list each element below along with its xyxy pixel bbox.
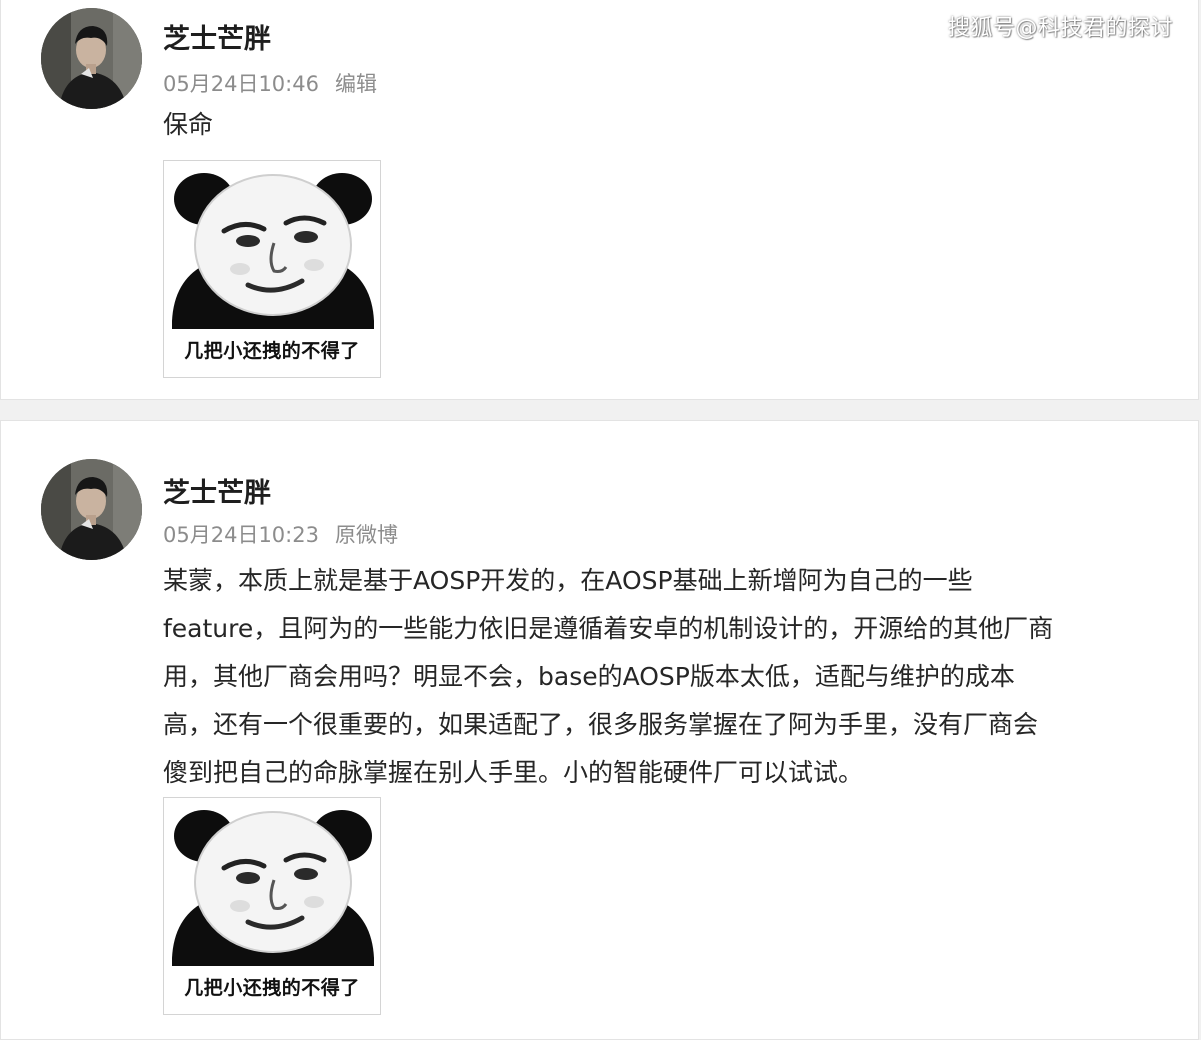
sticker-image[interactable]: 几把小还拽的不得了 [163, 160, 381, 378]
sticker-image[interactable]: 几把小还拽的不得了 [163, 797, 381, 1015]
avatar[interactable] [41, 8, 142, 109]
content-line: 用，其他厂商会用吗？明显不会，base的AOSP版本太低，适配与维护的成本 [163, 662, 1015, 691]
post-meta: 05月24日10:46 编辑 [163, 68, 377, 98]
sticker-caption: 几把小还拽的不得了 [184, 977, 360, 999]
content-line: feature，且阿为的一些能力依旧是遵循着安卓的机制设计的，开源给的其他厂商 [163, 614, 1054, 643]
content-line: 某蒙，本质上就是基于AOSP开发的，在AOSP基础上新增阿为自己的一些 [163, 566, 973, 595]
post-time: 05月24日10:23 [163, 523, 319, 547]
username[interactable]: 芝士芒胖 [163, 17, 271, 56]
content-line: 傻到把自己的命脉掌握在别人手里。小的智能硬件厂可以试试。 [163, 758, 864, 787]
watermark: 搜狐号@科技君的探讨 [947, 16, 1173, 41]
content-line: 高，还有一个很重要的，如果适配了，很多服务掌握在了阿为手里，没有厂商会 [163, 710, 1039, 739]
avatar-photo-icon [41, 459, 142, 560]
edit-link[interactable]: 编辑 [335, 72, 377, 96]
avatar[interactable] [41, 459, 142, 560]
username[interactable]: 芝士芒胖 [163, 471, 271, 510]
content-line: 保命 [163, 110, 214, 139]
weibo-post-1: 芝士芒胖 05月24日10:46 编辑 保命 几把小还拽的不得了 [0, 0, 1199, 400]
original-post-link[interactable]: 原微博 [335, 523, 398, 547]
weibo-post-2: 芝士芒胖 05月24日10:23 原微博 某蒙，本质上就是基于AOSP开发的，在A… [0, 420, 1199, 1040]
avatar-photo-icon [41, 8, 142, 109]
sticker-caption: 几把小还拽的不得了 [184, 340, 360, 362]
post-time: 05月24日10:46 [163, 72, 319, 96]
post-content: 某蒙，本质上就是基于AOSP开发的，在AOSP基础上新增阿为自己的一些 feat… [163, 557, 1163, 797]
post-content: 保命 [163, 101, 1163, 149]
post-meta: 05月24日10:23 原微博 [163, 519, 398, 549]
